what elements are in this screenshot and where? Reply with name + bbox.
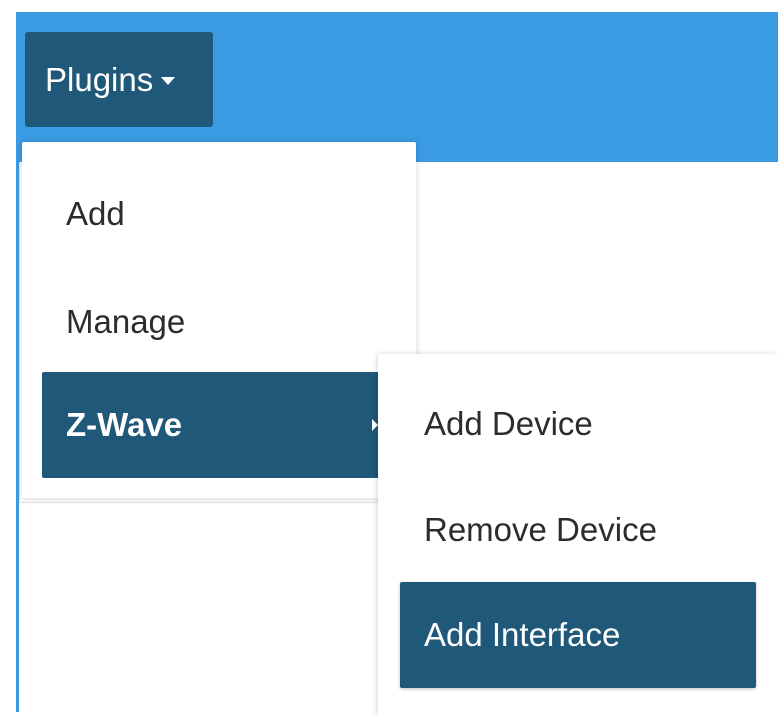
- menu-item-manage[interactable]: Manage: [22, 272, 416, 372]
- plugins-dropdown-menu: Add Manage Z-Wave: [22, 142, 416, 498]
- caret-down-icon: [161, 76, 176, 85]
- content-divider: [19, 502, 399, 503]
- menu-item-add[interactable]: Add: [22, 164, 416, 264]
- submenu-item-add-device[interactable]: Add Device: [378, 374, 778, 474]
- menu-item-label: Add: [66, 195, 125, 232]
- submenu-item-add-interface[interactable]: Add Interface: [400, 582, 756, 688]
- menu-item-z-wave[interactable]: Z-Wave: [42, 372, 400, 478]
- z-wave-submenu: Add Device Remove Device Add Interface: [378, 354, 778, 716]
- content-divider: [19, 162, 20, 502]
- plugins-dropdown-button[interactable]: Plugins: [25, 32, 213, 127]
- submenu-item-label: Add Device: [424, 405, 593, 442]
- submenu-item-label: Add Interface: [424, 616, 621, 653]
- menu-item-label: Manage: [66, 303, 186, 340]
- submenu-item-label: Remove Device: [424, 511, 657, 548]
- menu-item-label: Z-Wave: [66, 406, 183, 443]
- navbar: Plugins: [19, 12, 778, 162]
- submenu-item-remove-device[interactable]: Remove Device: [378, 480, 778, 580]
- plugins-label: Plugins: [45, 60, 154, 98]
